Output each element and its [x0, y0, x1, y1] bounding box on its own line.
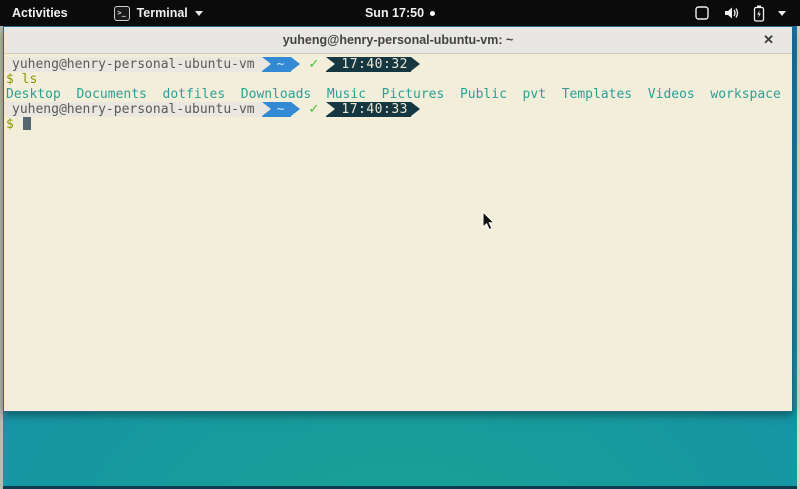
app-menu-terminal[interactable]: >_ Terminal	[108, 0, 209, 26]
text-cursor	[23, 117, 31, 130]
chevron-down-icon	[778, 11, 786, 16]
chevron-down-icon	[195, 11, 203, 16]
prompt-timestamp: 17:40:32	[326, 57, 411, 72]
status-check-icon: ✓	[300, 57, 326, 72]
prompt-user-host: yuheng@henry-personal-ubuntu-vm	[4, 102, 262, 117]
command-line: $ ls	[4, 72, 792, 87]
system-menu[interactable]	[690, 0, 790, 26]
prompt-path-segment: ~	[262, 102, 292, 117]
close-button[interactable]: ✕	[759, 27, 778, 53]
ls-output: Desktop Documents dotfiles Downloads Mus…	[4, 87, 792, 102]
clock-label: Sun 17:50	[365, 6, 424, 20]
volume-icon	[723, 5, 740, 21]
powerline-arrow-icon	[291, 57, 300, 71]
window-titlebar[interactable]: yuheng@henry-personal-ubuntu-vm: ~ ✕	[4, 27, 792, 54]
terminal-app-icon: >_	[114, 6, 130, 21]
prompt-line: yuheng@henry-personal-ubuntu-vm ~ ✓ 17:4…	[4, 57, 792, 72]
display-icon	[694, 5, 710, 21]
powerline-arrow-icon	[291, 102, 300, 116]
command-text: ls	[22, 72, 38, 87]
clock-button[interactable]: Sun 17:50	[357, 0, 443, 26]
terminal-window: yuheng@henry-personal-ubuntu-vm: ~ ✕ yuh…	[3, 26, 793, 412]
mouse-pointer-icon	[482, 211, 496, 231]
app-menu-label: Terminal	[137, 6, 188, 20]
terminal-content[interactable]: yuheng@henry-personal-ubuntu-vm ~ ✓ 17:4…	[4, 54, 792, 132]
prompt-user-host: yuheng@henry-personal-ubuntu-vm	[4, 57, 262, 72]
prompt-timestamp: 17:40:33	[326, 102, 411, 117]
prompt-line: yuheng@henry-personal-ubuntu-vm ~ ✓ 17:4…	[4, 102, 792, 117]
window-title: yuheng@henry-personal-ubuntu-vm: ~	[283, 33, 514, 47]
prompt-symbol: $	[6, 117, 14, 132]
input-line[interactable]: $	[4, 117, 792, 132]
powerline-arrow-icon	[411, 57, 420, 71]
notification-dot-icon	[430, 11, 435, 16]
gnome-top-bar: Activities >_ Terminal Sun 17:50	[0, 0, 800, 26]
powerline-arrow-icon	[411, 102, 420, 116]
status-check-icon: ✓	[300, 102, 326, 117]
prompt-path-segment: ~	[262, 57, 292, 72]
activities-button[interactable]: Activities	[0, 0, 80, 26]
prompt-symbol: $	[6, 72, 14, 87]
battery-charging-icon	[753, 5, 765, 22]
